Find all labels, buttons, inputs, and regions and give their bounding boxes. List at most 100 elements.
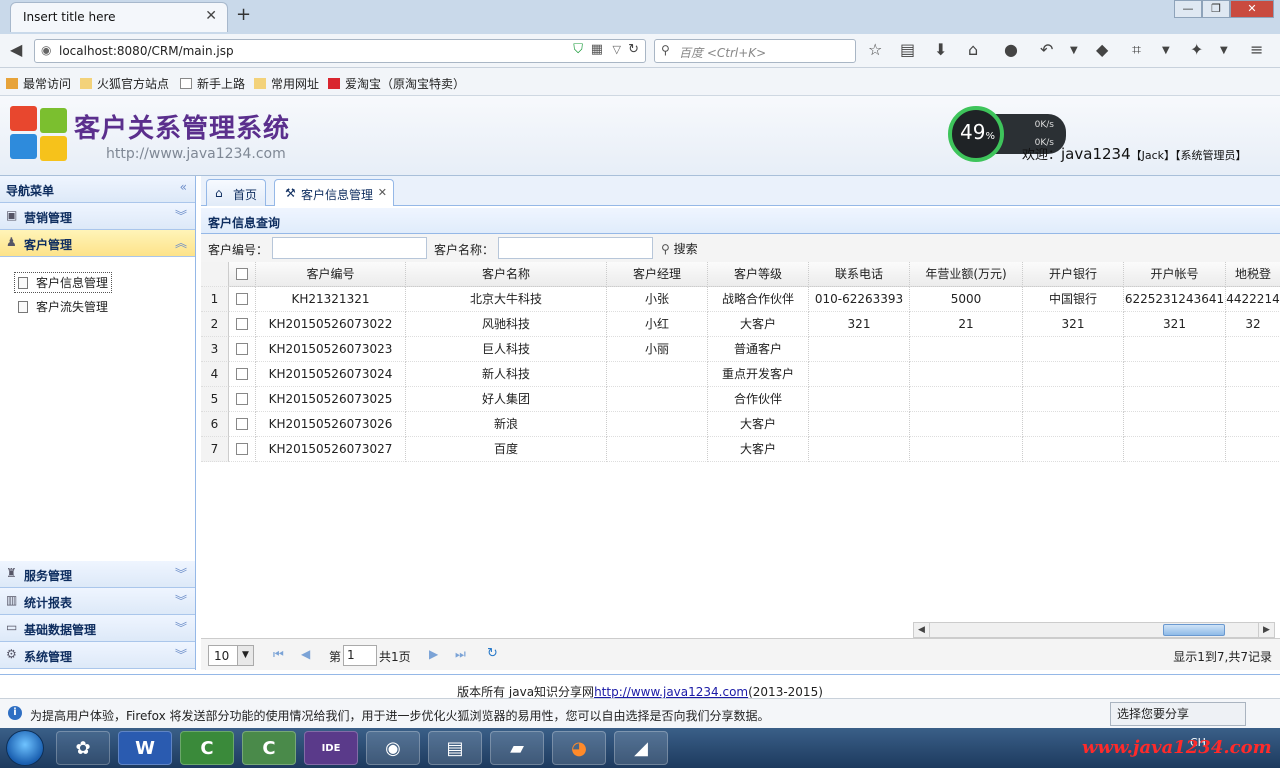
sidebar-subitem-customer-loss[interactable]: 客户流失管理 bbox=[18, 298, 108, 315]
chrome-app-icon[interactable]: ◉ bbox=[366, 731, 420, 765]
comment-icon[interactable]: ◆ bbox=[1096, 40, 1108, 59]
footer-link[interactable]: http://www.java1234.com bbox=[594, 685, 748, 699]
row-checkbox[interactable] bbox=[229, 287, 256, 312]
table-row[interactable]: 7 KH20150526073027 百度 大客户 bbox=[201, 437, 1280, 462]
shield-icon[interactable]: ⛉ bbox=[573, 42, 583, 57]
reading-list-icon[interactable]: ▤ bbox=[900, 40, 915, 59]
collapse-left-icon[interactable]: « bbox=[180, 180, 187, 194]
table-row[interactable]: 6 KH20150526073026 新浪 大客户 bbox=[201, 412, 1280, 437]
row-checkbox[interactable] bbox=[229, 437, 256, 462]
minimize-icon[interactable]: — bbox=[1174, 0, 1202, 18]
column-header[interactable]: 客户等级 bbox=[708, 262, 809, 287]
tab-home[interactable]: ⌂ 首页 bbox=[206, 179, 266, 206]
chat-icon[interactable]: ● bbox=[1004, 40, 1018, 59]
column-header[interactable]: 开户帐号 bbox=[1124, 262, 1226, 287]
back-icon[interactable]: ◀ bbox=[10, 40, 22, 59]
dropdown-icon[interactable]: ▽ bbox=[613, 43, 621, 56]
sidebar-item-system[interactable]: ⚙ 系统管理 ︾ bbox=[0, 642, 195, 669]
customer-code-input[interactable] bbox=[272, 237, 427, 259]
sidebar-item-service[interactable]: ♜ 服务管理 ︾ bbox=[0, 561, 195, 588]
table-row[interactable]: 5 KH20150526073025 好人集团 合作伙伴 bbox=[201, 387, 1280, 412]
star-icon[interactable]: ☆ bbox=[868, 40, 882, 59]
column-header[interactable]: 开户银行 bbox=[1023, 262, 1124, 287]
next-page-icon[interactable]: ▶ bbox=[429, 647, 438, 661]
search-box[interactable]: ⚲ 百度 <Ctrl+K> bbox=[654, 39, 856, 63]
new-tab-button[interactable]: + bbox=[236, 4, 251, 25]
sidebar-item-customer[interactable]: ♟ 客户管理 ︽ bbox=[0, 230, 195, 257]
pinwheel-app-icon[interactable]: ✿ bbox=[56, 731, 110, 765]
row-number: 7 bbox=[201, 437, 229, 462]
prev-page-icon[interactable]: ◀ bbox=[301, 647, 310, 661]
bookmark-getting-started[interactable]: 新手上路 bbox=[180, 75, 245, 92]
home-icon[interactable]: ⌂ bbox=[968, 40, 978, 59]
download-icon[interactable]: ⬇ bbox=[934, 40, 947, 59]
notification-text: 为提高用户体验，Firefox 将发送部分功能的使用情况给我们，用于进一步优化火… bbox=[30, 709, 770, 723]
chevron-down-icon[interactable]: ▼ bbox=[1070, 45, 1078, 56]
reload-icon[interactable]: ↻ bbox=[628, 42, 639, 57]
column-header[interactable]: 客户名称 bbox=[406, 262, 607, 287]
chevron-down-icon[interactable]: ▼ bbox=[1162, 45, 1170, 56]
search-button[interactable]: ⚲ 搜索 bbox=[661, 240, 698, 257]
sidebar-item-basedata[interactable]: ▭ 基础数据管理 ︾ bbox=[0, 615, 195, 642]
first-page-icon[interactable]: ⏮ bbox=[273, 647, 284, 662]
chevron-down-icon[interactable]: ▼ bbox=[1220, 45, 1228, 56]
table-row[interactable]: 3 KH20150526073023 巨人科技 小丽 普通客户 bbox=[201, 337, 1280, 362]
column-header[interactable]: 联系电话 bbox=[809, 262, 910, 287]
row-checkbox[interactable] bbox=[229, 412, 256, 437]
qr-code-icon[interactable]: ▦ bbox=[591, 42, 603, 57]
gear-icon: ⚙ bbox=[6, 647, 17, 661]
extension-icon[interactable]: ✦ bbox=[1190, 40, 1203, 59]
window-controls: — ❐ ✕ bbox=[1174, 0, 1274, 20]
bookmark-firefox-site[interactable]: 火狐官方站点 bbox=[80, 75, 169, 92]
tab-customer-info[interactable]: ⚒ 客户信息管理 ✕ bbox=[274, 179, 394, 206]
camtasia-app-icon[interactable]: C bbox=[180, 731, 234, 765]
customer-name-input[interactable] bbox=[498, 237, 653, 259]
dolphin-app-icon[interactable]: ◢ bbox=[614, 731, 668, 765]
menu-icon[interactable]: ≡ bbox=[1250, 40, 1263, 59]
last-page-icon[interactable]: ⏭ bbox=[455, 647, 466, 662]
page-number-input[interactable]: 1 bbox=[343, 645, 377, 666]
bookmark-taobao[interactable]: 爱淘宝（原淘宝特卖） bbox=[328, 75, 465, 92]
crop-icon[interactable]: ⌗ bbox=[1132, 40, 1141, 60]
row-checkbox[interactable] bbox=[229, 362, 256, 387]
page-size-select[interactable]: 10 ▼ bbox=[208, 645, 254, 666]
row-checkbox[interactable] bbox=[229, 312, 256, 337]
table-cell bbox=[1226, 387, 1280, 412]
row-checkbox[interactable] bbox=[229, 337, 256, 362]
undo-icon[interactable]: ↶ bbox=[1040, 40, 1053, 59]
scroll-right-icon[interactable]: ▶ bbox=[1258, 623, 1274, 637]
firefox-app-icon[interactable]: ◕ bbox=[552, 731, 606, 765]
column-header[interactable]: 地税登 bbox=[1226, 262, 1280, 287]
table-cell: 合作伙伴 bbox=[708, 387, 809, 412]
camtasia-recorder-app-icon[interactable]: C bbox=[242, 731, 296, 765]
bookmark-common-sites[interactable]: 常用网址 bbox=[254, 75, 319, 92]
word-app-icon[interactable]: W bbox=[118, 731, 172, 765]
close-tab-icon[interactable]: ✕ bbox=[378, 186, 387, 199]
start-button-icon[interactable] bbox=[6, 730, 44, 766]
bookmark-most-visited[interactable]: 最常访问 bbox=[6, 75, 71, 92]
table-row[interactable]: 4 KH20150526073024 新人科技 重点开发客户 bbox=[201, 362, 1280, 387]
browser-tab[interactable]: Insert title here ✕ bbox=[10, 2, 228, 32]
scrollbar-thumb[interactable] bbox=[1163, 624, 1225, 636]
sidebar-item-marketing[interactable]: ▣ 营销管理 ︾ bbox=[0, 203, 195, 230]
close-window-icon[interactable]: ✕ bbox=[1230, 0, 1274, 18]
select-all-checkbox[interactable] bbox=[229, 262, 256, 287]
notes-app-icon[interactable]: ▰ bbox=[490, 731, 544, 765]
url-bar[interactable]: ◉ localhost:8080/CRM/main.jsp ⛉ ▦ ▽ ↻ bbox=[34, 39, 646, 63]
table-row[interactable]: 1 KH21321321 北京大牛科技 小张 战略合作伙伴 010-62263393 500… bbox=[201, 287, 1280, 312]
java-ide-app-icon[interactable]: IDE bbox=[304, 731, 358, 765]
column-header[interactable]: 客户编号 bbox=[256, 262, 406, 287]
row-checkbox[interactable] bbox=[229, 387, 256, 412]
file-explorer-app-icon[interactable]: ▤ bbox=[428, 731, 482, 765]
scroll-left-icon[interactable]: ◀ bbox=[914, 623, 930, 637]
sidebar-item-stats[interactable]: ▥ 统计报表 ︾ bbox=[0, 588, 195, 615]
maximize-icon[interactable]: ❐ bbox=[1202, 0, 1230, 18]
close-tab-icon[interactable]: ✕ bbox=[205, 8, 217, 24]
refresh-icon[interactable]: ↻ bbox=[487, 646, 498, 661]
column-header[interactable]: 年营业额(万元) bbox=[910, 262, 1023, 287]
horizontal-scrollbar[interactable]: ◀ ▶ bbox=[913, 622, 1275, 638]
sidebar-subitem-customer-info[interactable]: 客户信息管理 bbox=[14, 272, 113, 293]
column-header[interactable]: 客户经理 bbox=[607, 262, 708, 287]
table-row[interactable]: 2 KH20150526073022 风驰科技 小红 大客户 321 21 321 321 32 bbox=[201, 312, 1280, 337]
share-data-button[interactable]: 选择您要分享 bbox=[1110, 702, 1246, 726]
